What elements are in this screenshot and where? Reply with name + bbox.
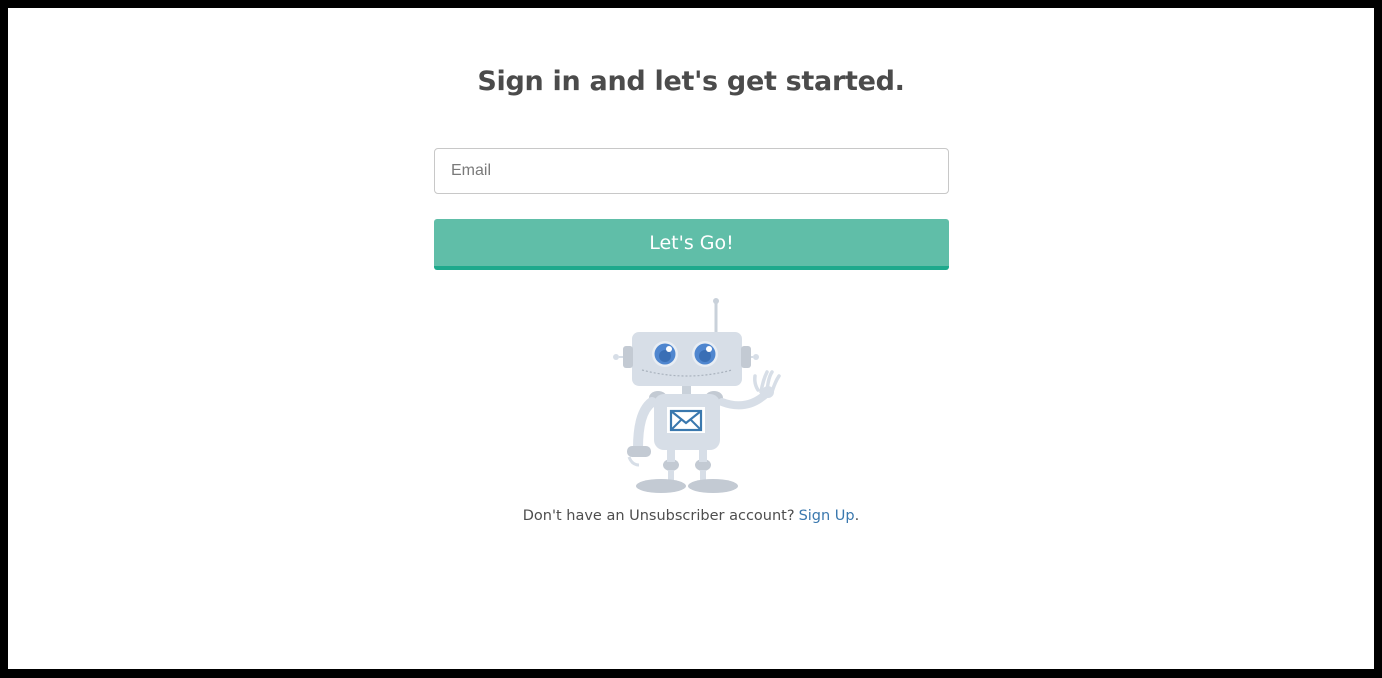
email-field[interactable] [434, 148, 949, 194]
lets-go-button[interactable]: Let's Go! [434, 219, 949, 270]
right-eye-icon [692, 341, 718, 367]
left-eye-icon [652, 341, 678, 367]
signup-prompt: Don't have an Unsubscriber account? Sign … [8, 508, 1374, 524]
envelope-icon [667, 407, 705, 433]
sign-in-page: Sign in and let's get started. Let's Go! [8, 8, 1374, 669]
sign-up-link[interactable]: Sign Up [799, 508, 855, 524]
page-title: Sign in and let's get started. [477, 66, 905, 97]
signup-prompt-text: Don't have an Unsubscriber account? [522, 508, 795, 524]
signup-trailing-period: . [854, 508, 860, 524]
robot-mascot-illustration [613, 298, 781, 493]
